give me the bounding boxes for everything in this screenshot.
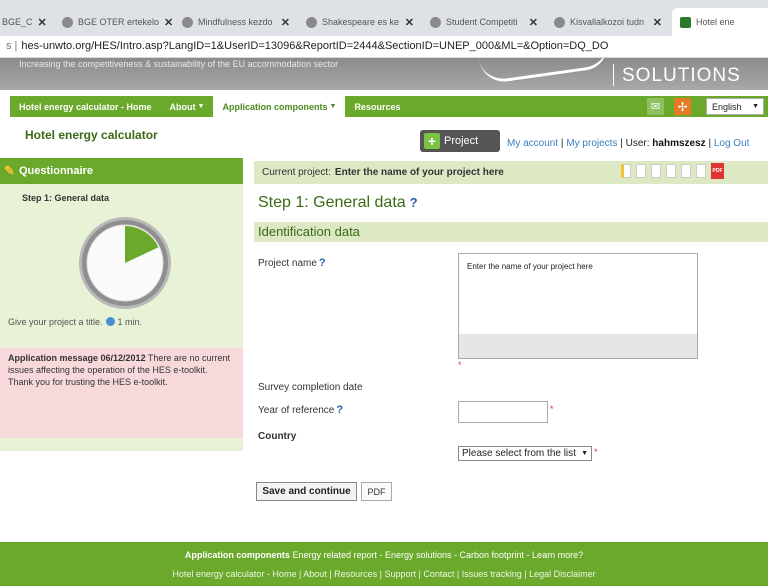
- document-icon[interactable]: [636, 164, 646, 178]
- chevron-down-icon: ▼: [197, 103, 205, 110]
- close-icon[interactable]: ✕: [405, 16, 414, 29]
- page-icon: [680, 16, 691, 28]
- logo-swoosh-icon: [478, 58, 612, 85]
- page-icon: [306, 16, 317, 28]
- nav-item-about[interactable]: About ▼: [161, 96, 214, 117]
- browser-tab[interactable]: Mindfulness kezdo ✕: [174, 8, 298, 36]
- footer-components: Application components Energy related re…: [184, 550, 584, 560]
- save-continue-button[interactable]: Save and continue: [256, 482, 357, 501]
- clock-icon: [105, 317, 115, 326]
- survey-date-label: Survey completion date: [258, 382, 363, 393]
- chevron-down-icon: ▼: [329, 103, 337, 110]
- nav-item-resources[interactable]: Resources: [345, 96, 409, 117]
- chevron-down-icon: ▼: [752, 103, 759, 110]
- close-icon[interactable]: ✕: [529, 16, 538, 29]
- banner-divider: [613, 64, 614, 86]
- project-name-label: Project name?: [258, 257, 326, 269]
- help-icon[interactable]: ?: [410, 195, 418, 210]
- browser-tab[interactable]: Shakespeare es ke ✕: [298, 8, 422, 36]
- help-icon[interactable]: ?: [336, 404, 343, 416]
- document-icon[interactable]: [681, 164, 691, 178]
- app-title: Hotel energy calculator: [25, 128, 158, 142]
- required-mark: *: [594, 447, 598, 457]
- help-lifebuoy-icon[interactable]: ✢: [674, 98, 691, 115]
- page-icon: [182, 16, 193, 28]
- banner-tagline: Increasing the competitiveness & sustain…: [19, 59, 339, 69]
- browser-tab[interactable]: BGE OTER ertekelo ✕: [54, 8, 174, 36]
- year-reference-input[interactable]: [458, 401, 548, 423]
- browser-tab[interactable]: Kisvallalkozoi tudn ✕: [546, 8, 670, 36]
- pdf-button[interactable]: PDF: [361, 482, 392, 501]
- required-mark: *: [458, 360, 462, 370]
- progress-dial-icon: [79, 217, 171, 309]
- questionnaire-sidebar: ✎ Questionnaire Step 1: General data Giv…: [0, 158, 243, 451]
- banner-solutions: SOLUTIONS: [622, 65, 741, 86]
- address-bar[interactable]: s | hes-unwto.org/HES/Intro.asp?LangID=1&…: [0, 36, 768, 58]
- page-icon: [554, 16, 565, 28]
- close-icon[interactable]: ✕: [653, 16, 662, 29]
- page-icon: [62, 16, 73, 28]
- main-nav: Hotel energy calculator - Home About ▼ Ap…: [10, 96, 768, 117]
- browser-tab-bar: BGE_C ✕ BGE OTER ertekelo ✕ Mindfulness ke…: [0, 0, 768, 36]
- site-banner: Increasing the competitiveness & sustain…: [0, 58, 768, 90]
- country-select[interactable]: Please select from the list ▼: [458, 446, 592, 461]
- document-icon[interactable]: [666, 164, 676, 178]
- document-icon[interactable]: [696, 164, 706, 178]
- pencil-icon: ✎: [4, 163, 15, 178]
- close-icon[interactable]: ✕: [164, 16, 173, 29]
- browser-tab[interactable]: Student Competiti ✕: [422, 8, 546, 36]
- application-message: Application message 06/12/2012 There are…: [0, 348, 243, 438]
- step-title: Step 1: General data?: [258, 194, 418, 211]
- close-icon[interactable]: ✕: [38, 16, 47, 29]
- site-footer: Application components Energy related re…: [0, 542, 768, 586]
- my-projects-link[interactable]: My projects: [566, 138, 617, 149]
- browser-tab[interactable]: BGE_C ✕: [0, 8, 54, 36]
- project-button[interactable]: + Project: [420, 130, 500, 152]
- current-project-name: Enter the name of your project here: [334, 167, 504, 178]
- user-links: My account | My projects | User: hahmsze…: [507, 138, 750, 149]
- mail-icon[interactable]: ✉: [647, 98, 664, 115]
- nav-item-home[interactable]: Hotel energy calculator - Home: [10, 96, 161, 117]
- footer-links[interactable]: Hotel energy calculator - Home | About |…: [0, 569, 768, 579]
- questionnaire-header: ✎ Questionnaire: [0, 158, 243, 184]
- my-account-link[interactable]: My account: [507, 138, 558, 149]
- year-reference-label: Year of reference?: [258, 404, 344, 416]
- required-mark: *: [550, 404, 554, 414]
- edit-document-icon[interactable]: [621, 164, 631, 178]
- pdf-icon[interactable]: PDF: [711, 163, 724, 179]
- nav-item-application-components[interactable]: Application components ▼: [213, 96, 346, 117]
- plus-icon: +: [424, 133, 440, 149]
- close-icon[interactable]: ✕: [281, 16, 290, 29]
- page-icon: [430, 16, 441, 28]
- logout-link[interactable]: Log Out: [714, 138, 750, 149]
- section-title: Identification data: [254, 222, 768, 242]
- footer-component-links[interactable]: Energy related report - Energy solutions…: [292, 550, 583, 560]
- sidebar-step: Step 1: General data: [22, 193, 110, 203]
- chevron-down-icon: ▼: [581, 450, 588, 457]
- country-label: Country: [258, 431, 297, 442]
- language-select[interactable]: English ▼: [706, 98, 764, 115]
- sidebar-hint: Give your project a title. 1 min.: [8, 317, 143, 327]
- textarea-footer: [459, 334, 697, 358]
- username: hahmszesz: [652, 138, 706, 149]
- browser-tab-active[interactable]: Hotel ene: [672, 8, 768, 36]
- document-icon[interactable]: [651, 164, 661, 178]
- help-icon[interactable]: ?: [319, 257, 326, 269]
- url-text: hes-unwto.org/HES/Intro.asp?LangID=1&Use…: [21, 40, 609, 52]
- project-name-input[interactable]: Enter the name of your project here: [458, 253, 698, 359]
- report-icons: PDF: [621, 163, 724, 179]
